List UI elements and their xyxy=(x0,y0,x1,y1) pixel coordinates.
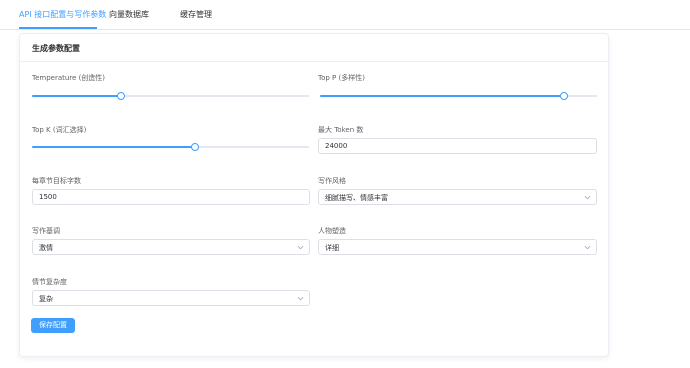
words-per-chapter-input[interactable] xyxy=(33,190,309,204)
writing-style-value: 细腻描写、情感丰富 xyxy=(325,194,388,202)
top-p-slider[interactable] xyxy=(320,90,597,102)
writing-style-select[interactable]: 细腻描写、情感丰富 xyxy=(318,189,597,205)
top-p-label: Top P (多样性) xyxy=(318,74,365,82)
chevron-down-icon xyxy=(297,296,304,301)
top-k-label: Top K (词汇选择) xyxy=(32,126,87,134)
writing-style-label: 写作风格 xyxy=(318,177,346,185)
chevron-down-icon xyxy=(584,195,591,200)
words-per-chapter-label: 每章节目标字数 xyxy=(32,177,81,185)
writing-tone-value: 激情 xyxy=(39,244,53,252)
character-building-select[interactable]: 详细 xyxy=(318,239,597,255)
tab-cache-management[interactable]: 缓存管理 xyxy=(180,9,212,21)
slider-handle[interactable] xyxy=(559,92,568,100)
tab-divider xyxy=(0,29,690,30)
plot-complexity-value: 复杂 xyxy=(39,295,53,303)
tab-api-config[interactable]: API 接口配置与写作参数 xyxy=(19,9,106,21)
card-header: 生成参数配置 xyxy=(20,34,608,62)
tab-vector-db[interactable]: 向量数据库 xyxy=(109,9,149,21)
save-config-button[interactable]: 保存配置 xyxy=(31,318,75,333)
max-tokens-input[interactable] xyxy=(319,139,596,153)
words-per-chapter-field[interactable] xyxy=(32,189,310,205)
max-tokens-field[interactable] xyxy=(318,138,597,154)
slider-handle[interactable] xyxy=(116,92,125,100)
slider-fill xyxy=(320,95,564,97)
max-tokens-label: 最大 Token 数 xyxy=(318,126,364,134)
top-k-slider[interactable] xyxy=(32,141,309,153)
chevron-down-icon xyxy=(584,245,591,250)
character-building-label: 人物塑造 xyxy=(318,227,346,235)
slider-fill xyxy=(32,146,196,148)
card-title: 生成参数配置 xyxy=(32,44,80,53)
slider-handle[interactable] xyxy=(191,143,200,151)
plot-complexity-select[interactable]: 复杂 xyxy=(32,290,310,306)
writing-tone-label: 写作基调 xyxy=(32,227,60,235)
writing-tone-select[interactable]: 激情 xyxy=(32,239,310,255)
chevron-down-icon xyxy=(297,245,304,250)
plot-complexity-label: 情节复杂度 xyxy=(32,278,67,286)
slider-fill xyxy=(32,95,121,97)
temperature-label: Temperature (创造性) xyxy=(32,74,106,82)
tab-bar: API 接口配置与写作参数 向量数据库 缓存管理 xyxy=(0,0,690,30)
temperature-slider[interactable] xyxy=(32,90,309,102)
character-building-value: 详细 xyxy=(325,244,339,252)
